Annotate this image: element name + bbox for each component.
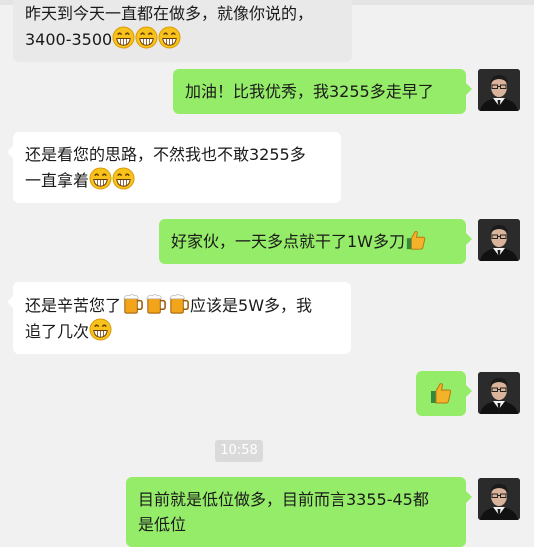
grin-emoji: [135, 26, 158, 49]
avatar-image: [478, 69, 520, 111]
beer-emoji: [167, 292, 190, 315]
message-sent-1[interactable]: 加油！比我优秀，我3255多走早了: [173, 69, 472, 114]
message-text-line-1: 目前就是低位做多，目前而言3355-45都: [138, 490, 429, 509]
message-text: 好家伙，一天多点就干了1W多刀: [171, 232, 406, 251]
avatar[interactable]: [478, 478, 520, 520]
grin-emoji: [112, 26, 135, 49]
message-text-line-2: 追了几次: [25, 318, 339, 344]
timestamp: 10:58: [215, 440, 263, 462]
avatar-image: [478, 219, 520, 261]
thumbs-up-icon: [405, 229, 427, 251]
message-text-line-2: 3400-3500: [25, 26, 340, 52]
message-received-2[interactable]: 还是看您的思路，不然我也不敢3255多 一直拿着: [7, 132, 341, 203]
avatar-image: [478, 372, 520, 414]
message-text: 加油！比我优秀，我3255多走早了: [185, 82, 434, 101]
thumbs-up-icon: [429, 381, 453, 405]
grin-emoji: [158, 26, 181, 49]
message-received-1[interactable]: 昨天到今天一直都在做多，就像你说的， 3400-3500: [13, 0, 352, 62]
message-text-line-2: 一直拿着: [25, 167, 329, 193]
message-text-line-1: 还是看您的思路，不然我也不敢3255多: [25, 145, 306, 164]
grin-emoji: [112, 167, 135, 190]
beer-emoji: [144, 292, 167, 315]
grin-emoji: [89, 167, 112, 190]
avatar[interactable]: [478, 372, 520, 414]
message-text-line-2: 是低位: [138, 515, 187, 534]
message-sent-2[interactable]: 好家伙，一天多点就干了1W多刀: [159, 219, 472, 264]
grin-emoji: [89, 318, 112, 341]
avatar[interactable]: [478, 219, 520, 261]
message-received-3[interactable]: 还是辛苦您了 应该是5W多，我 追了几次: [7, 282, 351, 354]
message-text-line-1: 昨天到今天一直都在做多，就像你说的，: [25, 4, 314, 23]
avatar[interactable]: [478, 69, 520, 111]
message-text-line-1: 还是辛苦您了 应该是5W多，我: [25, 292, 339, 318]
avatar-image: [478, 478, 520, 520]
beer-emoji: [121, 292, 144, 315]
message-sent-4[interactable]: 目前就是低位做多，目前而言3355-45都 是低位: [126, 477, 472, 547]
message-sent-3[interactable]: [416, 371, 472, 416]
